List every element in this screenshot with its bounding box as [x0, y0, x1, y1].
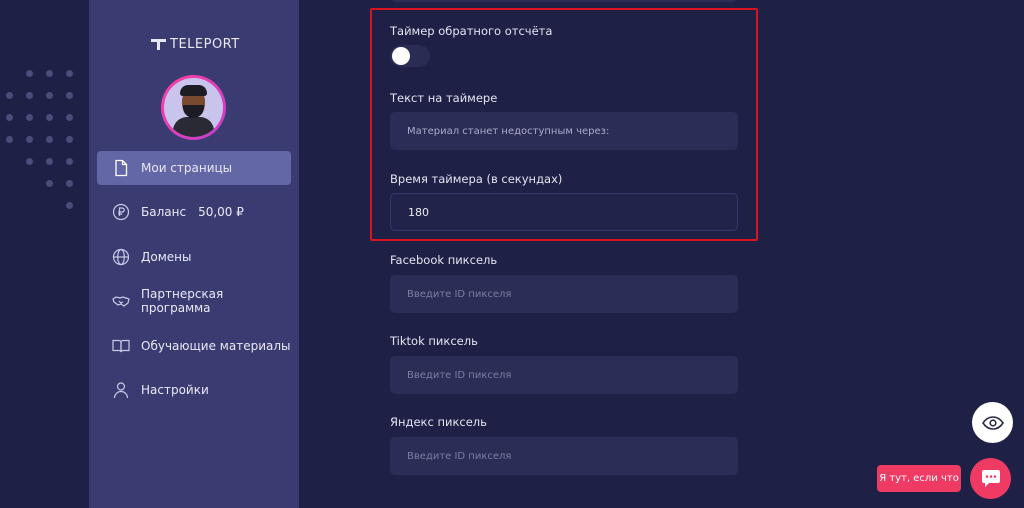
timer-text-label: Текст на таймере — [390, 91, 498, 105]
facebook-pixel-label: Facebook пиксель — [390, 253, 498, 267]
sidebar: TELEPORT Мои страницы Баланс 50,00 ₽ Дом… — [89, 0, 299, 508]
sidebar-item-label: Домены — [141, 250, 192, 264]
handshake-icon — [112, 292, 130, 310]
globe-icon — [112, 248, 130, 266]
chat-icon — [981, 470, 1000, 487]
eye-icon — [981, 415, 1004, 430]
chat-button[interactable] — [970, 458, 1011, 499]
toggle-knob — [392, 47, 410, 65]
timer-toggle[interactable] — [390, 45, 430, 67]
sidebar-item-balance[interactable]: Баланс 50,00 ₽ — [97, 195, 291, 229]
timer-toggle-label: Таймер обратного отсчёта — [390, 24, 553, 38]
tiktok-pixel-input[interactable]: Введите ID пикселя — [390, 356, 738, 394]
sidebar-item-label: Баланс — [141, 205, 187, 219]
sidebar-item-domains[interactable]: Домены — [97, 240, 291, 274]
decorative-dots — [0, 70, 90, 250]
sidebar-item-label: Мои страницы — [141, 161, 233, 175]
tiktok-pixel-label: Tiktok пиксель — [390, 334, 478, 348]
sidebar-item-partner-program[interactable]: Партнерская программа — [97, 284, 291, 318]
timer-seconds-label: Время таймера (в секундах) — [390, 172, 563, 186]
sidebar-item-label: Обучающие материалы — [141, 339, 291, 353]
avatar-image — [164, 78, 223, 137]
balance-value: 50,00 ₽ — [198, 205, 244, 219]
timer-seconds-input[interactable]: 180 — [390, 193, 738, 231]
avatar[interactable] — [161, 75, 226, 140]
timer-text-field[interactable]: Материал станет недоступным через: — [390, 112, 738, 150]
sidebar-item-settings[interactable]: Настройки — [97, 373, 291, 407]
logo-mark-icon — [151, 38, 166, 51]
sidebar-item-label: Партнерская программа — [141, 287, 224, 315]
chat-tooltip[interactable]: Я тут, если что — [877, 465, 961, 492]
ruble-icon — [112, 203, 130, 221]
facebook-pixel-input[interactable]: Введите ID пикселя — [390, 275, 738, 313]
sidebar-item-label: Настройки — [141, 383, 209, 397]
sidebar-item-tutorials[interactable]: Обучающие материалы — [97, 329, 291, 363]
logo-text: TELEPORT — [170, 36, 240, 52]
previous-field-edge — [390, 0, 738, 2]
logo[interactable]: TELEPORT — [151, 36, 240, 52]
preview-button[interactable] — [972, 402, 1013, 443]
sidebar-item-my-pages[interactable]: Мои страницы — [97, 151, 291, 185]
yandex-pixel-input[interactable]: Введите ID пикселя — [390, 437, 738, 475]
document-icon — [112, 159, 130, 177]
book-icon — [112, 337, 130, 355]
yandex-pixel-label: Яндекс пиксель — [390, 415, 487, 429]
user-icon — [112, 381, 130, 399]
